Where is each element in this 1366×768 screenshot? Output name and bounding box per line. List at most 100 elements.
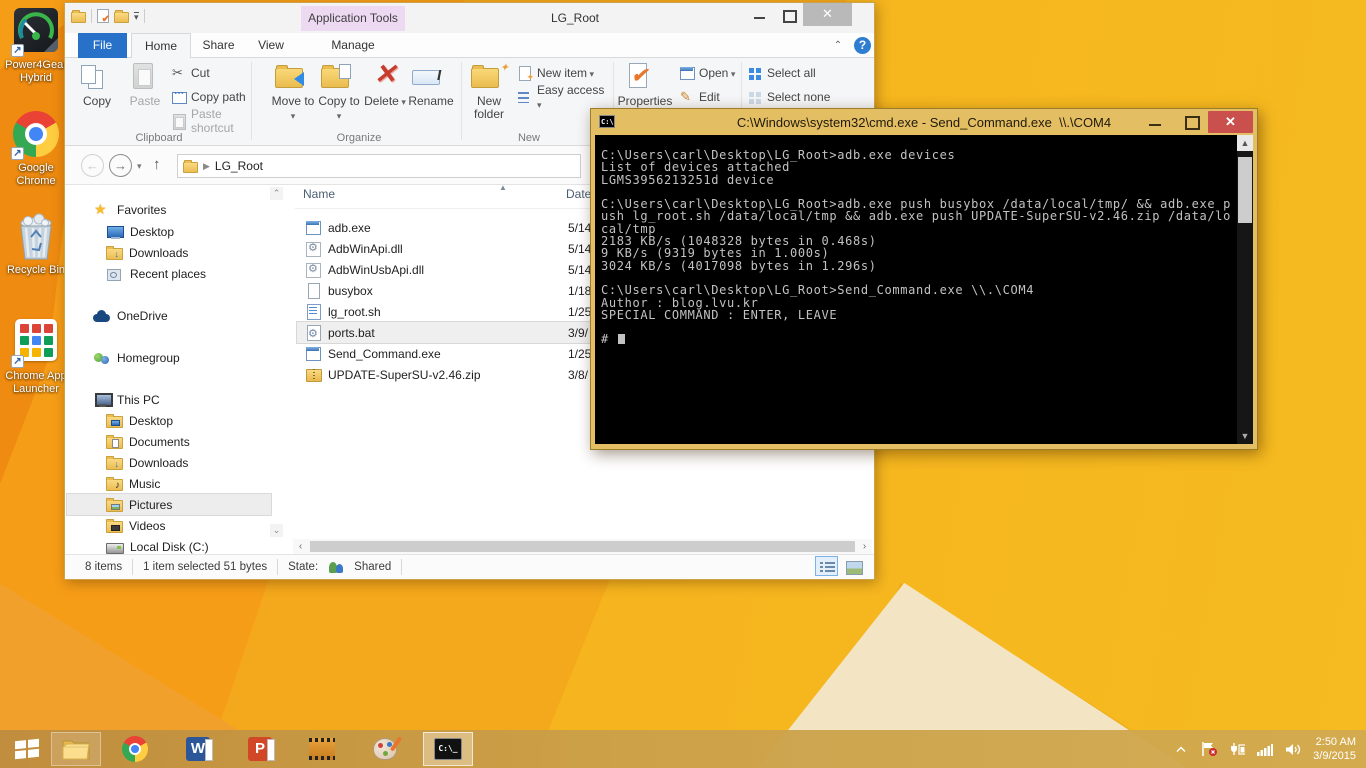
- nav-homegroup[interactable]: Homegroup: [93, 347, 180, 368]
- back-button[interactable]: ←: [81, 154, 104, 177]
- paste-button[interactable]: Paste: [121, 61, 169, 108]
- scroll-down-icon[interactable]: ▼: [1237, 428, 1253, 444]
- action-center-flag-icon[interactable]: [1201, 742, 1218, 756]
- contextual-tab-application-tools[interactable]: Application Tools: [301, 6, 405, 31]
- scroll-right-icon[interactable]: ›: [857, 541, 872, 552]
- tab-home[interactable]: Home: [131, 33, 191, 58]
- edit-button[interactable]: Edit: [679, 88, 720, 106]
- console-output[interactable]: C:\Users\carl\Desktop\LG_Root>adb.exe de…: [595, 135, 1253, 444]
- desktop-icon-recycle-bin[interactable]: Recycle Bin: [1, 213, 71, 277]
- taskbar-cmd[interactable]: C:\_: [423, 732, 473, 766]
- cut-button[interactable]: Cut: [171, 64, 210, 82]
- horizontal-scrollbar[interactable]: ‹ ›: [293, 539, 872, 554]
- scroll-up-icon[interactable]: ▲: [1237, 135, 1253, 151]
- taskbar-chrome[interactable]: [110, 732, 160, 766]
- new-folder-button[interactable]: ✦ New folder: [465, 61, 513, 121]
- forward-button[interactable]: →: [109, 154, 132, 177]
- taskbar-file-explorer[interactable]: [51, 732, 101, 766]
- breadcrumb[interactable]: LG_Root: [215, 159, 263, 173]
- thumbnail-view-button[interactable]: [841, 556, 864, 576]
- paste-shortcut-button[interactable]: Paste shortcut: [171, 107, 247, 135]
- taskbar-word[interactable]: W: [173, 732, 223, 766]
- desktop-icon-power4gear[interactable]: ↗ Power4Gear Hybrid: [1, 6, 71, 85]
- recent-locations-chevron-icon[interactable]: ▾: [137, 161, 142, 172]
- properties-button[interactable]: ✔ Properties: [617, 61, 673, 108]
- selection-info: 1 item selected 51 bytes: [143, 561, 268, 573]
- scrollbar-thumb[interactable]: [1238, 157, 1252, 223]
- rename-button[interactable]: I Rename: [407, 61, 455, 108]
- explorer-title-bar[interactable]: Application Tools LG_Root ✕: [65, 3, 874, 33]
- nav-pc-pictures[interactable]: Pictures: [66, 493, 272, 516]
- new-item-button[interactable]: New item: [517, 64, 594, 83]
- close-button[interactable]: ✕: [803, 3, 852, 26]
- cmd-title-bar[interactable]: C:\Windows\system32\cmd.exe - Send_Comma…: [591, 109, 1257, 135]
- tab-file[interactable]: File: [78, 33, 127, 58]
- copy-button[interactable]: Copy: [73, 61, 121, 108]
- close-button[interactable]: ✕: [1208, 111, 1253, 133]
- nav-favorites-downloads[interactable]: ↓ Downloads: [106, 242, 188, 263]
- new-folder-qat-icon[interactable]: [114, 9, 129, 23]
- customize-qat-chevron-icon[interactable]: [134, 12, 139, 21]
- select-all-button[interactable]: Select all: [747, 64, 816, 82]
- nav-this-pc[interactable]: This PC: [93, 389, 160, 410]
- desktop-icon-label: Chrome App Launcher: [5, 370, 67, 395]
- taskbar-paint[interactable]: [360, 732, 410, 766]
- scrollbar-thumb[interactable]: [310, 541, 855, 552]
- nav-pc-downloads[interactable]: ↓ Downloads: [106, 452, 188, 473]
- delete-button[interactable]: ✕ Delete: [361, 59, 409, 109]
- nav-pc-documents[interactable]: Documents: [106, 431, 190, 452]
- nav-onedrive[interactable]: OneDrive: [93, 305, 168, 326]
- help-button[interactable]: ?: [854, 37, 871, 54]
- console-line: LGMS3956213251d device: [601, 172, 775, 187]
- taskbar-powerpoint[interactable]: P: [235, 732, 285, 766]
- taskbar-movie-maker[interactable]: [297, 732, 347, 766]
- tab-view[interactable]: View: [246, 33, 296, 58]
- desktop-icon-app-launcher[interactable]: ↗ Chrome App Launcher: [1, 316, 71, 396]
- desktop-icon-chrome[interactable]: ↗ Google Chrome: [1, 110, 71, 188]
- column-header-date[interactable]: Date: [566, 187, 591, 201]
- group-label-new: New: [517, 132, 540, 144]
- recycle-bin-icon: [20, 213, 52, 260]
- details-view-button[interactable]: [815, 556, 838, 576]
- minimize-button[interactable]: [747, 3, 773, 27]
- copy-to-button[interactable]: Copy to: [315, 61, 363, 123]
- properties-qat-icon[interactable]: [97, 9, 110, 25]
- maximize-button[interactable]: [1177, 111, 1205, 133]
- copy-path-button[interactable]: Copy path: [171, 88, 246, 106]
- console-scrollbar[interactable]: ▲ ▼: [1237, 135, 1253, 444]
- downloads-folder-icon: ↓: [106, 246, 123, 260]
- desktop-icon-label: Power4Gear Hybrid: [5, 59, 67, 84]
- tray-chevron-icon[interactable]: [1173, 742, 1189, 756]
- start-button[interactable]: [2, 732, 52, 766]
- nav-scroll-up-icon[interactable]: ⌃: [270, 187, 283, 200]
- nav-scroll-down-icon[interactable]: ⌄: [270, 524, 283, 537]
- open-button[interactable]: Open: [679, 64, 735, 82]
- star-icon: [93, 201, 111, 218]
- network-signal-icon[interactable]: [1257, 742, 1274, 756]
- cmd-window: C:\Windows\system32\cmd.exe - Send_Comma…: [590, 108, 1258, 450]
- navigation-pane: Favorites Desktop ↓ Downloads Recent pla…: [65, 185, 291, 554]
- easy-access-button[interactable]: Easy access: [515, 83, 611, 106]
- minimize-ribbon-chevron-icon[interactable]: ⌃: [830, 38, 846, 54]
- tab-manage[interactable]: Manage: [301, 33, 405, 58]
- maximize-button[interactable]: [775, 3, 801, 27]
- scroll-left-icon[interactable]: ‹: [293, 541, 308, 552]
- select-none-button[interactable]: Select none: [747, 88, 830, 106]
- nav-favorites-desktop[interactable]: Desktop: [106, 221, 174, 242]
- volume-icon[interactable]: [1285, 742, 1301, 756]
- taskbar-clock[interactable]: 2:50 AM 3/9/2015: [1313, 735, 1356, 763]
- dll-file-icon: [305, 241, 321, 257]
- minimize-button[interactable]: [1141, 111, 1169, 133]
- taskbar: W P C:\_ 2:50 AM 3/9/2015: [0, 730, 1366, 768]
- up-button[interactable]: ↑: [153, 156, 161, 173]
- nav-pc-music[interactable]: ♪ Music: [106, 473, 160, 494]
- column-header-name[interactable]: Name: [303, 187, 335, 201]
- address-bar[interactable]: ▶ LG_Root: [177, 154, 581, 178]
- move-to-button[interactable]: Move to: [269, 61, 317, 123]
- power-icon[interactable]: [1229, 742, 1246, 756]
- nav-pc-desktop[interactable]: Desktop: [106, 410, 173, 431]
- nav-favorites-recent-places[interactable]: Recent places: [106, 263, 206, 284]
- nav-favorites[interactable]: Favorites: [93, 199, 166, 220]
- tab-share[interactable]: Share: [191, 33, 246, 58]
- nav-pc-videos[interactable]: Videos: [106, 515, 165, 536]
